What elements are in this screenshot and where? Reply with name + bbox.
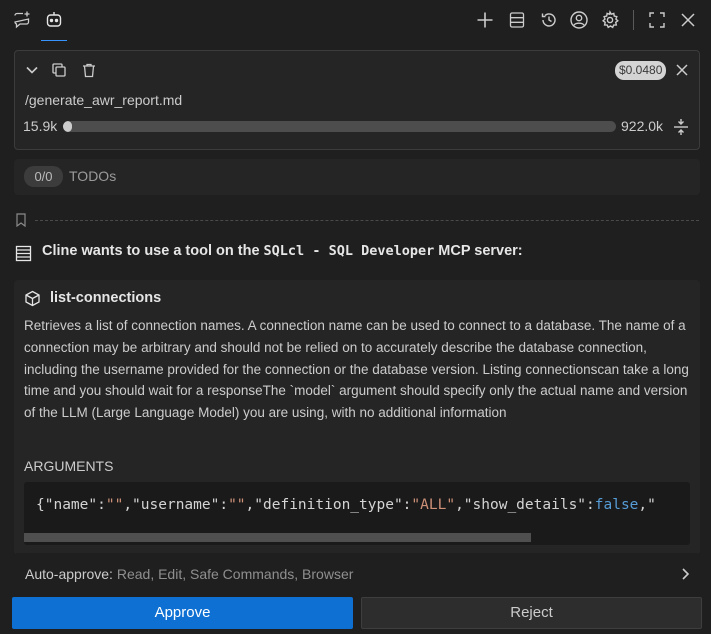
context-window-fill xyxy=(63,121,73,132)
checkpoint-divider xyxy=(35,220,699,221)
tool-request-header: Cline wants to use a tool on the SQLcl -… xyxy=(42,243,523,259)
top-toolbar xyxy=(0,0,711,42)
auto-approve-text: Auto-approve: Read, Edit, Safe Commands,… xyxy=(25,566,353,582)
arguments-label: ARGUMENTS xyxy=(24,458,114,474)
arg-username-value: "" xyxy=(228,497,246,513)
plus-icon[interactable] xyxy=(474,9,496,31)
mcp-server-name: SQLcl - SQL Developer xyxy=(263,243,435,259)
arguments-code: {"name":"","username":"","definition_typ… xyxy=(36,497,656,513)
arg-show-details-value: false xyxy=(594,497,639,513)
gear-icon[interactable] xyxy=(599,9,621,31)
bookmark-icon[interactable] xyxy=(15,213,27,230)
cube-icon xyxy=(24,290,41,310)
request-suffix: MCP server: xyxy=(434,243,523,259)
active-tab-indicator xyxy=(41,40,67,41)
toolbar-separator xyxy=(633,10,634,30)
close-task-icon[interactable] xyxy=(675,63,689,80)
task-title: /generate_awr_report.md xyxy=(25,92,183,108)
close-icon[interactable] xyxy=(677,9,699,31)
request-prefix: Cline wants to use a tool on the xyxy=(42,243,264,259)
arg-name-value: "" xyxy=(105,497,124,513)
reject-button[interactable]: Reject xyxy=(361,597,702,629)
auto-approve-label: Auto-approve: xyxy=(25,566,113,582)
horizontal-scrollbar[interactable] xyxy=(24,533,531,542)
todo-count-badge: 0/0 xyxy=(24,166,63,187)
context-total: 922.0k xyxy=(621,118,664,134)
arguments-code-block[interactable]: {"name":"","username":"","definition_typ… xyxy=(24,482,690,545)
cost-badge: $0.0480 xyxy=(615,61,667,80)
compress-icon[interactable] xyxy=(672,118,690,139)
delete-icon[interactable] xyxy=(81,62,97,81)
robot-icon[interactable] xyxy=(43,9,65,31)
tool-name: list-connections xyxy=(50,290,162,306)
todos-bar[interactable] xyxy=(14,159,700,195)
auto-approve-value: Read, Edit, Safe Commands, Browser xyxy=(116,566,354,582)
context-used: 15.9k xyxy=(23,118,58,134)
todo-label: TODOs xyxy=(69,168,117,184)
context-window-bar xyxy=(63,121,616,132)
tool-description: Retrieves a list of connection names. A … xyxy=(24,318,689,421)
server-rack-icon xyxy=(15,245,32,265)
chat-plus-icon[interactable] xyxy=(11,9,33,31)
history-icon[interactable] xyxy=(538,9,560,31)
chevron-down-icon[interactable] xyxy=(24,62,40,81)
copy-icon[interactable] xyxy=(51,62,67,81)
server-icon[interactable] xyxy=(506,9,528,31)
approve-button[interactable]: Approve xyxy=(12,597,353,629)
chevron-right-icon[interactable] xyxy=(678,566,692,585)
fullscreen-icon[interactable] xyxy=(646,9,668,31)
arg-definition-type-value: "ALL" xyxy=(411,497,456,513)
account-icon[interactable] xyxy=(568,9,590,31)
